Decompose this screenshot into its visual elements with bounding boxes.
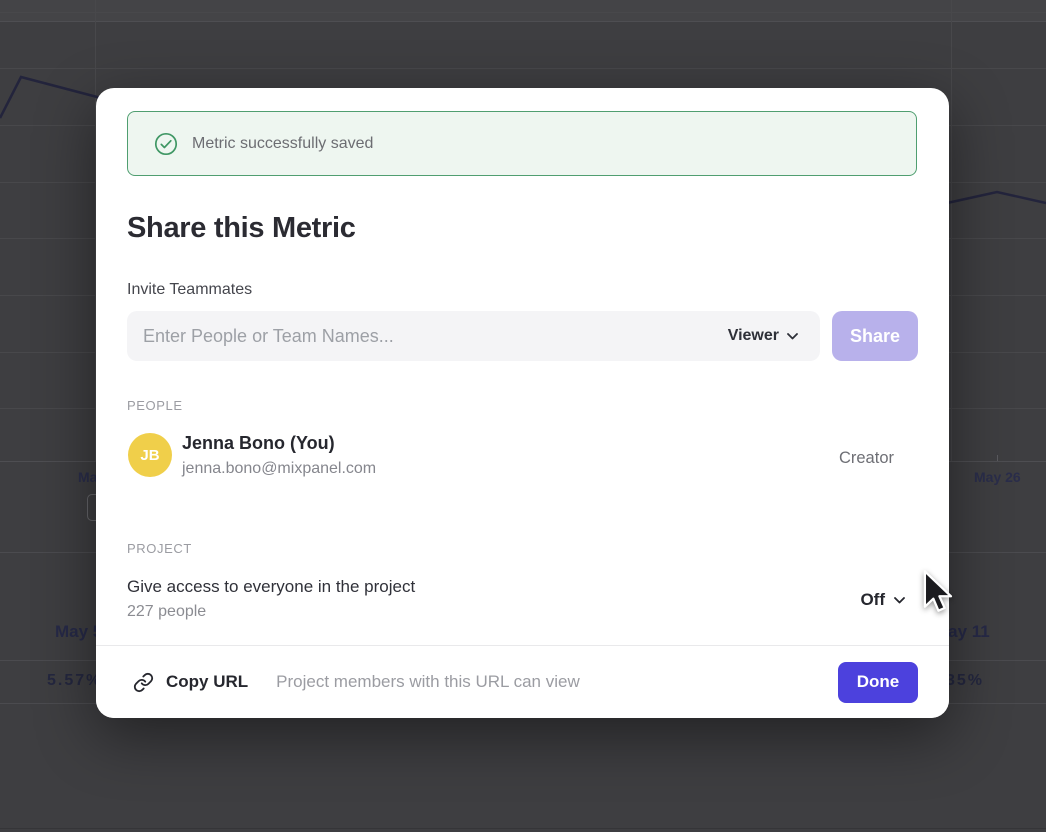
role-dropdown[interactable]: Viewer bbox=[728, 327, 820, 345]
project-access-title: Give access to everyone in the project bbox=[127, 577, 415, 597]
table-value-left: 5.57% bbox=[47, 672, 102, 690]
share-button[interactable]: Share bbox=[832, 311, 918, 361]
project-section-label: PROJECT bbox=[127, 541, 192, 556]
project-access-value: Off bbox=[860, 590, 885, 610]
mouse-cursor bbox=[922, 570, 956, 618]
invite-input-container: Viewer bbox=[127, 311, 820, 361]
copy-url-button[interactable]: Copy URL bbox=[166, 672, 248, 692]
role-dropdown-value: Viewer bbox=[728, 327, 779, 345]
invite-row: Viewer Share bbox=[127, 311, 918, 361]
member-row: JB Jenna Bono (You) jenna.bono@mixpanel.… bbox=[128, 433, 918, 483]
table-value-right: 35% bbox=[946, 672, 984, 690]
people-section-label: PEOPLE bbox=[127, 398, 183, 413]
url-permission-hint: Project members with this URL can view bbox=[276, 672, 580, 692]
member-name: Jenna Bono (You) bbox=[182, 433, 335, 454]
done-button[interactable]: Done bbox=[838, 662, 918, 703]
x-axis-label-right: May 26 bbox=[974, 469, 1021, 485]
link-icon bbox=[133, 672, 154, 693]
chevron-down-icon bbox=[787, 333, 798, 340]
check-circle-icon bbox=[154, 132, 178, 156]
success-toast: Metric successfully saved bbox=[127, 111, 917, 176]
project-access-dropdown[interactable]: Off bbox=[860, 588, 905, 612]
member-role: Creator bbox=[839, 449, 894, 468]
invite-people-input[interactable] bbox=[127, 311, 728, 361]
toast-message: Metric successfully saved bbox=[192, 135, 373, 153]
project-people-count: 227 people bbox=[127, 603, 206, 621]
share-metric-dialog: Metric successfully saved Share this Met… bbox=[96, 88, 949, 718]
avatar: JB bbox=[128, 433, 172, 477]
dialog-footer: Copy URL Project members with this URL c… bbox=[96, 645, 949, 718]
invite-teammates-label: Invite Teammates bbox=[127, 281, 252, 299]
member-email: jenna.bono@mixpanel.com bbox=[182, 460, 376, 478]
dialog-title: Share this Metric bbox=[127, 212, 356, 245]
chevron-down-icon bbox=[894, 597, 905, 604]
screen: May May 26 May 5 May 11 5.57% 35% Metric… bbox=[0, 0, 1046, 832]
